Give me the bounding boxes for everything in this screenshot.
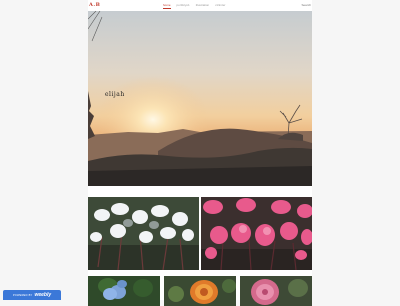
hero-title: elijah — [105, 91, 125, 98]
nav-item-illustration[interactable]: illustration — [196, 3, 210, 9]
badge-brand: weebly — [34, 292, 52, 298]
gallery-photo-white-cyclamen[interactable] — [88, 197, 199, 270]
pink-flowers-image — [201, 197, 312, 270]
header: A.B home portfolyo1 illustration cizimle… — [88, 0, 312, 11]
main-nav: home portfolyo1 illustration cizimler — [163, 3, 225, 9]
nav-item-cizimler[interactable]: cizimler — [215, 3, 225, 9]
blue-flowers-image — [88, 276, 160, 306]
white-flowers-image — [88, 197, 199, 270]
powered-by-weebly-badge[interactable]: POWERED BY weebly — [3, 290, 61, 300]
gallery-photo-blue-flowers[interactable] — [88, 276, 160, 306]
gallery-photo-pink-dahlia[interactable] — [240, 276, 312, 306]
site-logo[interactable]: A.B — [89, 2, 100, 8]
hero-sunset-image — [88, 11, 312, 186]
badge-prefix: POWERED BY — [12, 293, 33, 297]
orange-flower-image — [164, 276, 236, 306]
page-content: A.B home portfolyo1 illustration cizimle… — [88, 0, 312, 306]
search-link[interactable]: Search — [301, 3, 311, 7]
nav-item-home[interactable]: home — [163, 3, 171, 9]
gallery-photo-pink-cyclamen[interactable] — [201, 197, 312, 270]
hero-banner: elijah — [88, 11, 312, 186]
gallery-photo-orange-flower[interactable] — [164, 276, 236, 306]
nav-item-portfolyo1[interactable]: portfolyo1 — [177, 3, 190, 9]
pink-dahlia-image — [240, 276, 312, 306]
